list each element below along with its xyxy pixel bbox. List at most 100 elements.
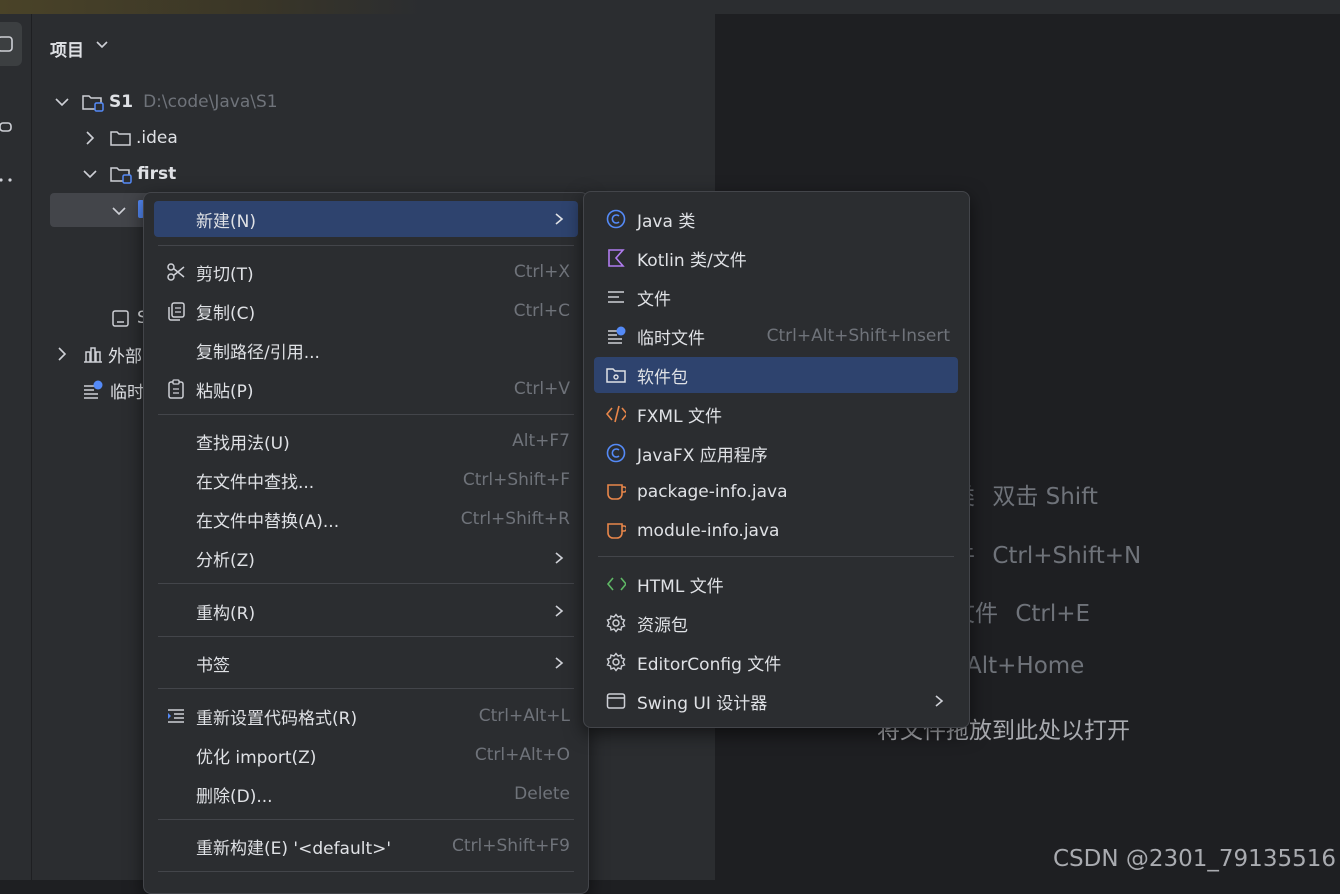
chevron-down-icon[interactable] xyxy=(54,94,70,110)
submenu-item-scratch[interactable]: 临时文件 Ctrl+Alt+Shift+Insert xyxy=(594,318,958,354)
menu-label: 文件 xyxy=(637,289,671,310)
menu-separator xyxy=(158,414,574,415)
submenu-item-package[interactable]: 软件包 xyxy=(594,357,958,393)
context-menu: 新建(N) 剪切(T) Ctrl+X 复制(C) Ctrl+C 复制路径/引用.… xyxy=(143,192,589,894)
tree-row-idea[interactable]: .idea xyxy=(82,125,178,151)
menu-shortcut: Ctrl+Shift+F9 xyxy=(452,836,570,856)
menu-separator xyxy=(598,556,954,557)
hint-recent-files: 文件 Ctrl+E xyxy=(952,601,1091,627)
project-icon xyxy=(0,36,13,52)
menu-separator xyxy=(158,688,574,689)
panel-title[interactable]: 项目 xyxy=(50,36,84,61)
menu-label: Swing UI 设计器 xyxy=(637,693,768,714)
menu-shortcut: Ctrl+X xyxy=(513,262,570,282)
scratch-file-icon xyxy=(606,326,626,346)
menu-item-copy-path[interactable]: 复制路径/引用... xyxy=(154,332,578,368)
menu-shortcut: Ctrl+Shift+R xyxy=(460,509,570,529)
menu-item-new[interactable]: 新建(N) xyxy=(154,201,578,237)
window-icon xyxy=(606,691,626,711)
submenu-item-module-info[interactable]: module-info.java xyxy=(594,513,958,549)
submenu-item-package-info[interactable]: package-info.java xyxy=(594,474,958,510)
submenu-item-swing[interactable]: Swing UI 设计器 xyxy=(594,683,958,719)
menu-shortcut: Ctrl+Alt+O xyxy=(474,745,570,765)
menu-label: HTML 文件 xyxy=(637,576,724,597)
hint-go-to-file: 牛 Ctrl+Shift+N xyxy=(952,543,1142,569)
tool-window-strip xyxy=(0,14,32,880)
submenu-item-editorconfig[interactable]: EditorConfig 文件 xyxy=(594,644,958,680)
tree-label-idea: .idea xyxy=(136,128,178,148)
scissors-icon xyxy=(166,262,186,282)
menu-label: 复制路径/引用... xyxy=(196,342,320,363)
submenu-item-java-class[interactable]: Java 类 xyxy=(594,201,958,237)
structure-tool-button[interactable] xyxy=(0,118,14,136)
watermark: CSDN @2301_79135516 xyxy=(1053,846,1336,872)
menu-item-optimize-imports[interactable]: 优化 import(Z) Ctrl+Alt+O xyxy=(154,737,578,773)
submenu-item-html[interactable]: HTML 文件 xyxy=(594,566,958,602)
gear-icon xyxy=(606,613,626,633)
chevron-right-icon xyxy=(552,211,566,227)
menu-item-replace-in-files[interactable]: 在文件中替换(A)... Ctrl+Shift+R xyxy=(154,501,578,537)
menu-label: 在文件中查找... xyxy=(196,472,315,493)
menu-item-reformat[interactable]: 重新设置代码格式(R) Ctrl+Alt+L xyxy=(154,698,578,734)
menu-item-find-usages[interactable]: 查找用法(U) Alt+F7 xyxy=(154,423,578,459)
menu-label: 查找用法(U) xyxy=(196,433,290,454)
menu-item-analyze[interactable]: 分析(Z) xyxy=(154,540,578,576)
menu-item-find-in-files[interactable]: 在文件中查找... Ctrl+Shift+F xyxy=(154,462,578,498)
submenu-item-resource-bundle[interactable]: 资源包 xyxy=(594,605,958,641)
menu-label: 软件包 xyxy=(637,367,688,388)
chevron-down-icon[interactable] xyxy=(111,203,127,219)
root-name: S1 xyxy=(109,92,134,112)
menu-shortcut: Alt+F7 xyxy=(512,431,570,451)
more-tools-button[interactable] xyxy=(0,170,14,190)
menu-label: 重新设置代码格式(R) xyxy=(196,708,358,729)
chevron-right-icon xyxy=(552,603,566,619)
submenu-item-file[interactable]: 文件 xyxy=(594,279,958,315)
tree-row-external[interactable]: 外部 xyxy=(54,341,142,367)
java-file-icon xyxy=(606,521,626,541)
menu-label: 资源包 xyxy=(637,615,688,636)
menu-shortcut: Ctrl+Alt+Shift+Insert xyxy=(766,326,950,346)
project-tool-button[interactable] xyxy=(0,22,22,66)
copy-icon xyxy=(166,301,186,321)
tree-row-first[interactable]: first xyxy=(82,161,176,187)
menu-item-rebuild[interactable]: 重新构建(E) '<default>' Ctrl+Shift+F9 xyxy=(154,828,578,864)
root-path: D:\code\Java\S1 xyxy=(143,92,278,112)
chevron-down-icon[interactable] xyxy=(82,166,98,182)
text-file-icon xyxy=(606,287,626,307)
menu-label: 删除(D)... xyxy=(196,786,273,807)
submenu-item-fxml[interactable]: FXML 文件 xyxy=(594,396,958,432)
menu-item-refactor[interactable]: 重构(R) xyxy=(154,593,578,629)
menu-separator xyxy=(158,583,574,584)
chevron-right-icon[interactable] xyxy=(54,346,70,362)
menu-item-copy[interactable]: 复制(C) Ctrl+C xyxy=(154,293,578,329)
hint-search-everywhere: 类 双击 Shift xyxy=(952,484,1098,510)
module-folder-icon xyxy=(82,92,104,112)
window-top-bar xyxy=(0,0,1340,14)
submenu-item-kotlin[interactable]: Kotlin 类/文件 xyxy=(594,240,958,276)
more-icon xyxy=(0,178,12,182)
java-class-icon xyxy=(606,443,626,463)
reformat-icon xyxy=(166,706,186,726)
menu-item-bookmarks[interactable]: 书签 xyxy=(154,645,578,681)
menu-label: 分析(Z) xyxy=(196,550,255,571)
menu-item-delete[interactable]: 删除(D)... Delete xyxy=(154,776,578,812)
scratch-file-icon xyxy=(82,380,104,400)
menu-label: 书签 xyxy=(196,655,230,676)
tree-label-first: first xyxy=(137,164,177,184)
gear-icon xyxy=(606,652,626,672)
menu-label: 重构(R) xyxy=(196,603,256,624)
menu-label: 新建(N) xyxy=(196,211,256,232)
submenu-item-javafx[interactable]: JavaFX 应用程序 xyxy=(594,435,958,471)
chevron-right-icon[interactable] xyxy=(82,130,98,146)
folder-icon xyxy=(110,128,132,148)
html-icon xyxy=(606,574,626,594)
tree-row-scratch[interactable]: 临时 xyxy=(82,377,144,403)
menu-label: 临时文件 xyxy=(637,328,705,349)
structure-icon xyxy=(0,122,12,132)
chevron-right-icon xyxy=(552,655,566,671)
tree-row-root[interactable]: S1 D:\code\Java\S1 xyxy=(54,89,278,115)
menu-item-paste[interactable]: 粘贴(P) Ctrl+V xyxy=(154,371,578,407)
menu-item-cut[interactable]: 剪切(T) Ctrl+X xyxy=(154,254,578,290)
menu-label: module-info.java xyxy=(637,521,780,541)
chevron-down-icon[interactable] xyxy=(95,38,109,52)
